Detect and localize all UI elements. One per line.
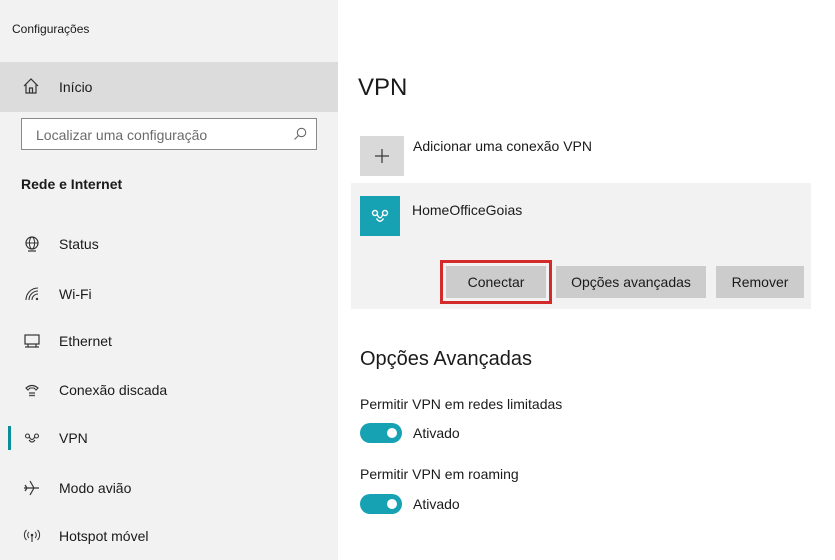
hotspot-icon — [22, 526, 42, 546]
airplane-icon — [22, 478, 42, 498]
wifi-icon — [22, 284, 42, 304]
search-input[interactable]: Localizar uma configuração — [21, 118, 317, 150]
sidebar-item-vpn[interactable]: VPN — [0, 418, 338, 458]
sidebar-item-status[interactable]: Status — [0, 224, 338, 264]
main-panel: VPN Adicionar uma conexão VPN HomeOffice… — [338, 0, 835, 560]
vpn-connection-icon — [360, 196, 400, 236]
sidebar-item-wifi[interactable]: Wi-Fi — [0, 274, 338, 314]
sidebar-item-dialup[interactable]: Conexão discada — [0, 370, 338, 410]
toggle-knob — [387, 428, 397, 438]
sidebar-item-label: Modo avião — [59, 480, 132, 496]
roaming-option-label: Permitir VPN em roaming — [360, 466, 519, 482]
ethernet-icon — [22, 331, 42, 351]
vpn-icon — [22, 428, 42, 448]
search-icon[interactable] — [292, 126, 308, 142]
sidebar-item-ethernet[interactable]: Ethernet — [0, 321, 338, 361]
metered-option-label: Permitir VPN em redes limitadas — [360, 396, 563, 412]
add-vpn-label: Adicionar uma conexão VPN — [413, 138, 592, 154]
home-icon — [21, 76, 41, 96]
sidebar-item-label: Status — [59, 236, 99, 252]
advanced-options-button[interactable]: Opções avançadas — [556, 266, 706, 298]
search-placeholder: Localizar uma configuração — [36, 127, 208, 143]
remove-button[interactable]: Remover — [716, 266, 804, 298]
roaming-toggle-state: Ativado — [413, 496, 460, 512]
vpn-connection-name: HomeOfficeGoias — [412, 202, 523, 218]
add-vpn-button[interactable]: Adicionar uma conexão VPN — [360, 134, 800, 178]
sidebar-item-home[interactable]: Início — [0, 62, 338, 112]
roaming-toggle[interactable] — [360, 494, 402, 514]
vpn-connection-card[interactable]: HomeOfficeGoias Conectar Opções avançada… — [351, 183, 811, 309]
sidebar-item-label: Ethernet — [59, 333, 112, 349]
sidebar-item-label: Wi-Fi — [59, 286, 92, 302]
sidebar-item-label: Início — [59, 79, 93, 95]
sidebar-item-label: Hotspot móvel — [59, 528, 149, 544]
metered-toggle-state: Ativado — [413, 425, 460, 441]
advanced-options-heading: Opções Avançadas — [360, 348, 532, 370]
sidebar-item-airplane[interactable]: Modo avião — [0, 468, 338, 508]
sidebar-item-hotspot[interactable]: Hotspot móvel — [0, 516, 338, 556]
sidebar-item-label: VPN — [59, 430, 88, 446]
dialup-icon — [22, 380, 42, 400]
window-title: Configurações — [12, 22, 90, 36]
metered-toggle[interactable] — [360, 423, 402, 443]
sidebar: Configurações Início Localizar uma confi… — [0, 0, 338, 560]
page-title: VPN — [358, 74, 408, 101]
sidebar-item-label: Conexão discada — [59, 382, 168, 398]
connect-button[interactable]: Conectar — [446, 266, 546, 298]
toggle-knob — [387, 499, 397, 509]
section-title: Rede e Internet — [21, 176, 123, 192]
status-globe-icon — [22, 234, 42, 254]
plus-icon — [360, 136, 404, 176]
